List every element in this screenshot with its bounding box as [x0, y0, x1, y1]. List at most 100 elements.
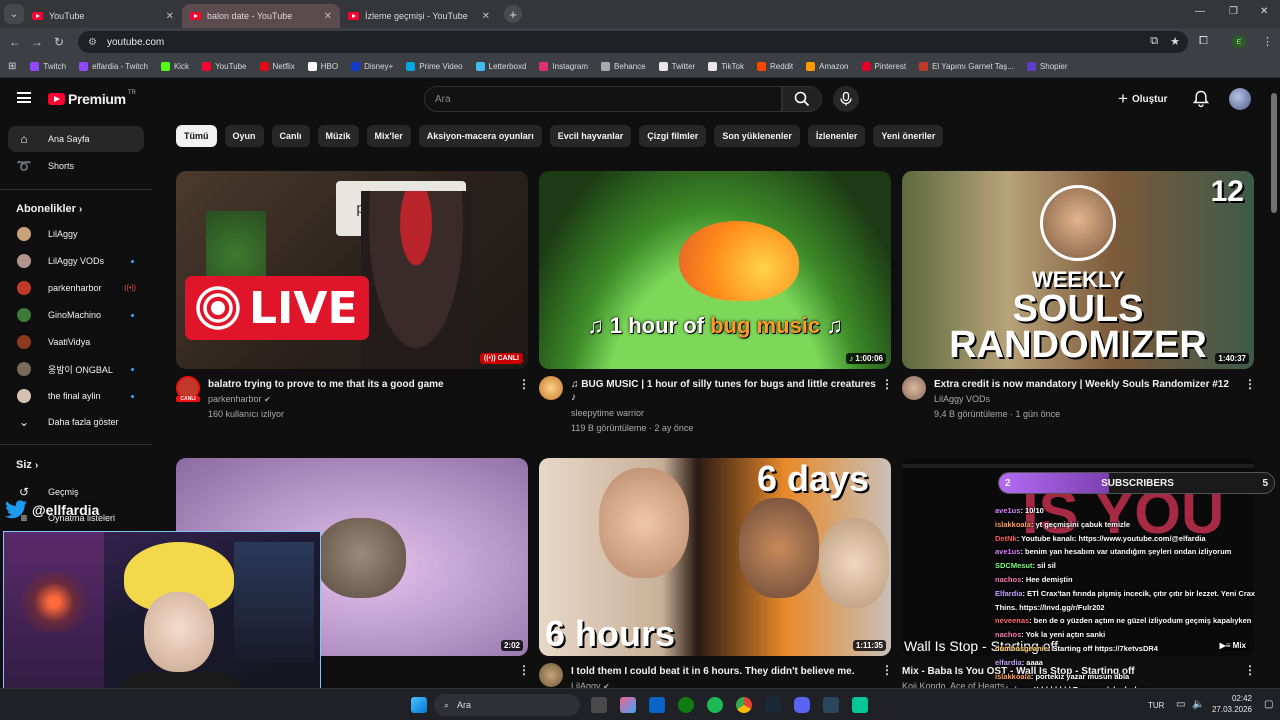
video-title[interactable]: ♫ BUG MUSIC | 1 hour of silly tunes for … [571, 378, 876, 404]
bookmark-item[interactable]: Behance [601, 62, 646, 71]
video-thumbnail[interactable]: 6 days 6 hours 1:11:35 [539, 458, 891, 656]
video-title[interactable]: balatro trying to prove to me that its a… [208, 378, 503, 391]
channel-avatar[interactable] [539, 663, 563, 687]
video-title[interactable]: I told them I could beat it in 6 hours. … [571, 665, 876, 678]
search-button[interactable] [782, 86, 822, 112]
channel-name[interactable]: parkenharbor ✔ [208, 392, 271, 407]
bookmark-item[interactable]: Prime Video [406, 62, 463, 71]
video-thumbnail[interactable]: parkenharbor LIVE ((•)) CANLI [176, 171, 528, 369]
filter-chip[interactable]: Yeni öneriler [873, 125, 944, 147]
show-more-button[interactable]: ⌄ Daha fazla göster [8, 409, 144, 435]
more-actions-icon[interactable]: ⋮ [518, 377, 530, 391]
bookmark-item[interactable]: Instagram [539, 62, 588, 71]
bookmark-item[interactable]: YouTube [202, 62, 247, 71]
channel-name[interactable]: LilAggy VODs [934, 392, 990, 407]
browser-tab-active[interactable]: balon date - YouTube ✕ [182, 4, 340, 28]
filter-chip[interactable]: Tümü [176, 125, 217, 147]
youtube-premium-logo[interactable]: Premium TR [48, 90, 136, 107]
bookmark-item[interactable]: Letterboxd [475, 62, 526, 71]
xbox-icon[interactable] [678, 697, 694, 713]
create-button[interactable]: + Oluştur [1118, 88, 1168, 110]
close-window-icon[interactable]: ✕ [1260, 6, 1268, 17]
chrome-icon[interactable] [736, 697, 752, 713]
spotify-icon[interactable] [707, 697, 723, 713]
bookmark-item[interactable]: TikTok [708, 62, 744, 71]
clock[interactable]: 02:42 27.03.2026 [1204, 693, 1252, 715]
taskbar-search[interactable]: ⌕ Ara [434, 694, 580, 716]
site-info-icon[interactable]: ⚙ [88, 37, 97, 48]
address-bar[interactable]: ⚙ youtube.com ⧉ ★ [78, 31, 1188, 53]
bookmark-item[interactable]: Twitter [658, 62, 695, 71]
voice-search-button[interactable] [833, 86, 859, 112]
bookmark-item[interactable]: Netflix [259, 62, 295, 71]
bookmark-item[interactable]: Twitch [30, 62, 66, 71]
filter-chip[interactable]: Oyun [224, 125, 264, 147]
copilot-icon[interactable] [620, 697, 636, 713]
back-icon[interactable]: ← [4, 35, 26, 49]
restore-icon[interactable]: ❐ [1229, 6, 1238, 17]
sidebar-item-subscription[interactable]: 웅밤이 ONGBAL [8, 356, 144, 382]
video-thumbnail[interactable]: ♫ 1 hour of bug music ♫ ♪ 1:00:06 [539, 171, 891, 369]
sidebar-item-subscription[interactable]: parkenharbor ((•)) [8, 275, 144, 301]
bookmark-item[interactable]: Pinterest [861, 62, 906, 71]
search-input[interactable]: Ara [424, 86, 782, 112]
notifications-button[interactable] [1192, 90, 1210, 113]
more-actions-icon[interactable]: ⋮ [518, 663, 530, 677]
start-icon[interactable] [411, 697, 427, 713]
more-actions-icon[interactable]: ⋮ [881, 377, 893, 391]
network-icon[interactable]: ▭ [1176, 699, 1185, 710]
filter-chip[interactable]: İzlenenler [807, 125, 866, 147]
volume-icon[interactable]: 🔈 [1192, 699, 1204, 710]
subscriptions-header[interactable]: Abonelikler › [16, 203, 82, 215]
install-app-icon[interactable]: ⧉ [1150, 35, 1158, 48]
filter-chip[interactable]: Canlı [271, 125, 310, 147]
bookmark-item[interactable]: Kick [160, 62, 189, 71]
sidebar-item-subscription[interactable]: LilAggy VODs [8, 248, 144, 274]
reload-icon[interactable]: ↻ [48, 35, 70, 49]
close-tab-icon[interactable]: ✕ [482, 11, 490, 22]
filter-chip[interactable]: Aksiyon-macera oyunları [418, 125, 542, 147]
video-thumbnail[interactable]: 12 WEEKLY SOULS RANDOMIZER 1:40:37 [902, 171, 1254, 369]
you-header[interactable]: Siz › [16, 459, 38, 471]
bookmark-item[interactable]: Reddit [757, 62, 793, 71]
bookmark-item[interactable]: Amazon [806, 62, 849, 71]
browser-tab[interactable]: İzleme geçmişi - YouTube ✕ [340, 4, 498, 28]
task-view-icon[interactable] [591, 697, 607, 713]
more-actions-icon[interactable]: ⋮ [1244, 377, 1256, 391]
extensions-icon[interactable]: ⧠ [1199, 35, 1208, 48]
bookmark-item[interactable]: HBO [307, 62, 338, 71]
channel-avatar[interactable] [902, 376, 926, 400]
input-language[interactable]: TUR [1148, 700, 1164, 711]
browser-tab[interactable]: YouTube ✕ [24, 4, 182, 28]
video-title[interactable]: Extra credit is now mandatory | Weekly S… [934, 378, 1239, 391]
new-tab-button[interactable]: + [504, 5, 522, 23]
tab-search-button[interactable]: ⌄ [4, 4, 24, 24]
filter-chip[interactable]: Müzik [317, 125, 359, 147]
guide-menu-icon[interactable] [17, 92, 31, 103]
apps-icon[interactable]: ⊞ [8, 61, 16, 72]
bookmark-item[interactable]: El Yapımı Garnet Taş... [919, 62, 1014, 71]
steam-icon[interactable] [823, 697, 839, 713]
close-tab-icon[interactable]: ✕ [166, 11, 174, 22]
discord-icon[interactable] [794, 697, 810, 713]
more-actions-icon[interactable]: ⋮ [881, 663, 893, 677]
browser-menu-icon[interactable]: ⋮ [1262, 35, 1273, 48]
sidebar-item-shorts[interactable]: ➰ Shorts [8, 153, 144, 179]
sidebar-item-subscription[interactable]: VaatiVidya [8, 329, 144, 355]
account-avatar[interactable] [1229, 88, 1251, 110]
bookmark-item[interactable]: Disney+ [351, 62, 393, 71]
filter-chip[interactable]: Son yüklenenler [714, 125, 800, 147]
sidebar-item-subscription[interactable]: LilAggy [8, 221, 144, 247]
steam-icon[interactable] [765, 697, 781, 713]
bookmark-item[interactable]: elfardia - Twitch [79, 62, 148, 71]
outlook-icon[interactable] [649, 697, 665, 713]
channel-name[interactable]: sleepytime warrior [571, 406, 644, 421]
bookmark-star-icon[interactable]: ★ [1170, 35, 1180, 48]
app-icon[interactable] [852, 697, 868, 713]
forward-icon[interactable]: → [26, 35, 48, 49]
notification-center-icon[interactable]: ▢ [1264, 699, 1273, 710]
filter-chip[interactable]: Mix'ler [366, 125, 411, 147]
channel-avatar[interactable] [539, 376, 563, 400]
bookmark-item[interactable]: Shopier [1026, 62, 1067, 71]
page-scrollbar[interactable] [1271, 93, 1277, 213]
